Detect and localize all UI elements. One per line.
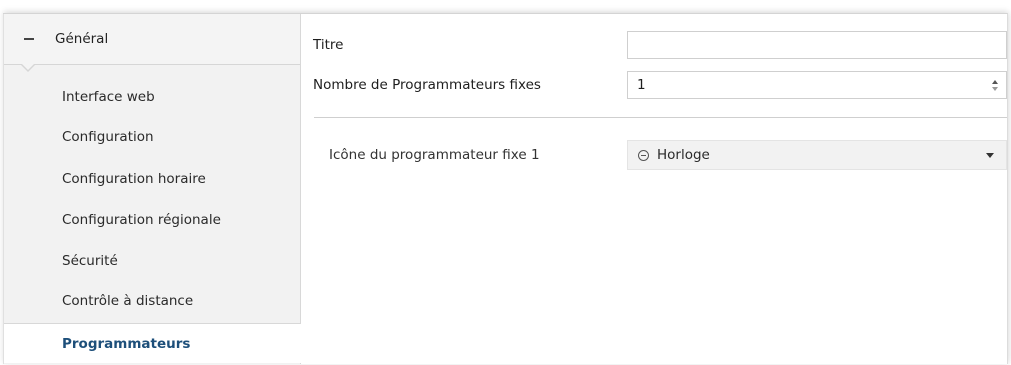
section-divider xyxy=(314,117,1007,118)
sidebar-item-configuration-regionale[interactable]: Configuration régionale xyxy=(4,200,300,240)
sidebar-item-label: Sécurité xyxy=(62,253,118,269)
sidebar-group-general[interactable]: Général xyxy=(4,14,300,65)
sidebar-item-label: Configuration régionale xyxy=(62,212,221,228)
sidebar-item-label: Interface web xyxy=(62,89,155,105)
sidebar-item-interface-web[interactable]: Interface web xyxy=(4,77,300,117)
sidebar-item-securite[interactable]: Sécurité xyxy=(4,241,300,281)
sidebar-item-programmateurs[interactable]: Programmateurs xyxy=(4,323,301,363)
title-input[interactable] xyxy=(627,31,1007,59)
decrement-arrow-icon[interactable] xyxy=(992,86,998,91)
sidebar: Général Interface web Configuration Conf… xyxy=(3,14,301,364)
timer-icon-value: Horloge xyxy=(657,147,710,163)
sidebar-item-configuration-horaire[interactable]: Configuration horaire xyxy=(4,159,300,199)
sidebar-item-label: Configuration xyxy=(62,129,154,145)
sidebar-group-label: Général xyxy=(55,31,109,47)
clock-icon xyxy=(638,149,649,161)
collapse-minus-icon[interactable] xyxy=(24,38,34,40)
sidebar-item-configuration[interactable]: Configuration xyxy=(4,117,300,157)
timer-icon-label: Icône du programmateur fixe 1 xyxy=(329,147,540,163)
group-pointer-icon xyxy=(20,63,36,72)
timer-count-label: Nombre de Programmateurs fixes xyxy=(313,77,541,93)
timer-icon-select[interactable]: Horloge xyxy=(627,140,1007,170)
timer-count-value: 1 xyxy=(637,77,646,93)
sidebar-item-label: Programmateurs xyxy=(62,335,191,352)
chevron-down-icon[interactable] xyxy=(986,152,994,158)
sidebar-item-label: Contrôle à distance xyxy=(62,293,194,309)
stepper-arrows xyxy=(984,72,1006,98)
sidebar-item-label: Configuration horaire xyxy=(62,171,206,187)
title-label: Titre xyxy=(313,37,344,53)
timer-count-stepper[interactable]: 1 xyxy=(627,71,1007,99)
settings-panel: Titre Nombre de Programmateurs fixes 1 I… xyxy=(300,14,1007,364)
increment-arrow-icon[interactable] xyxy=(992,79,998,84)
app-window: Général Interface web Configuration Conf… xyxy=(3,13,1008,364)
sidebar-item-controle-a-distance[interactable]: Contrôle à distance xyxy=(4,281,300,321)
